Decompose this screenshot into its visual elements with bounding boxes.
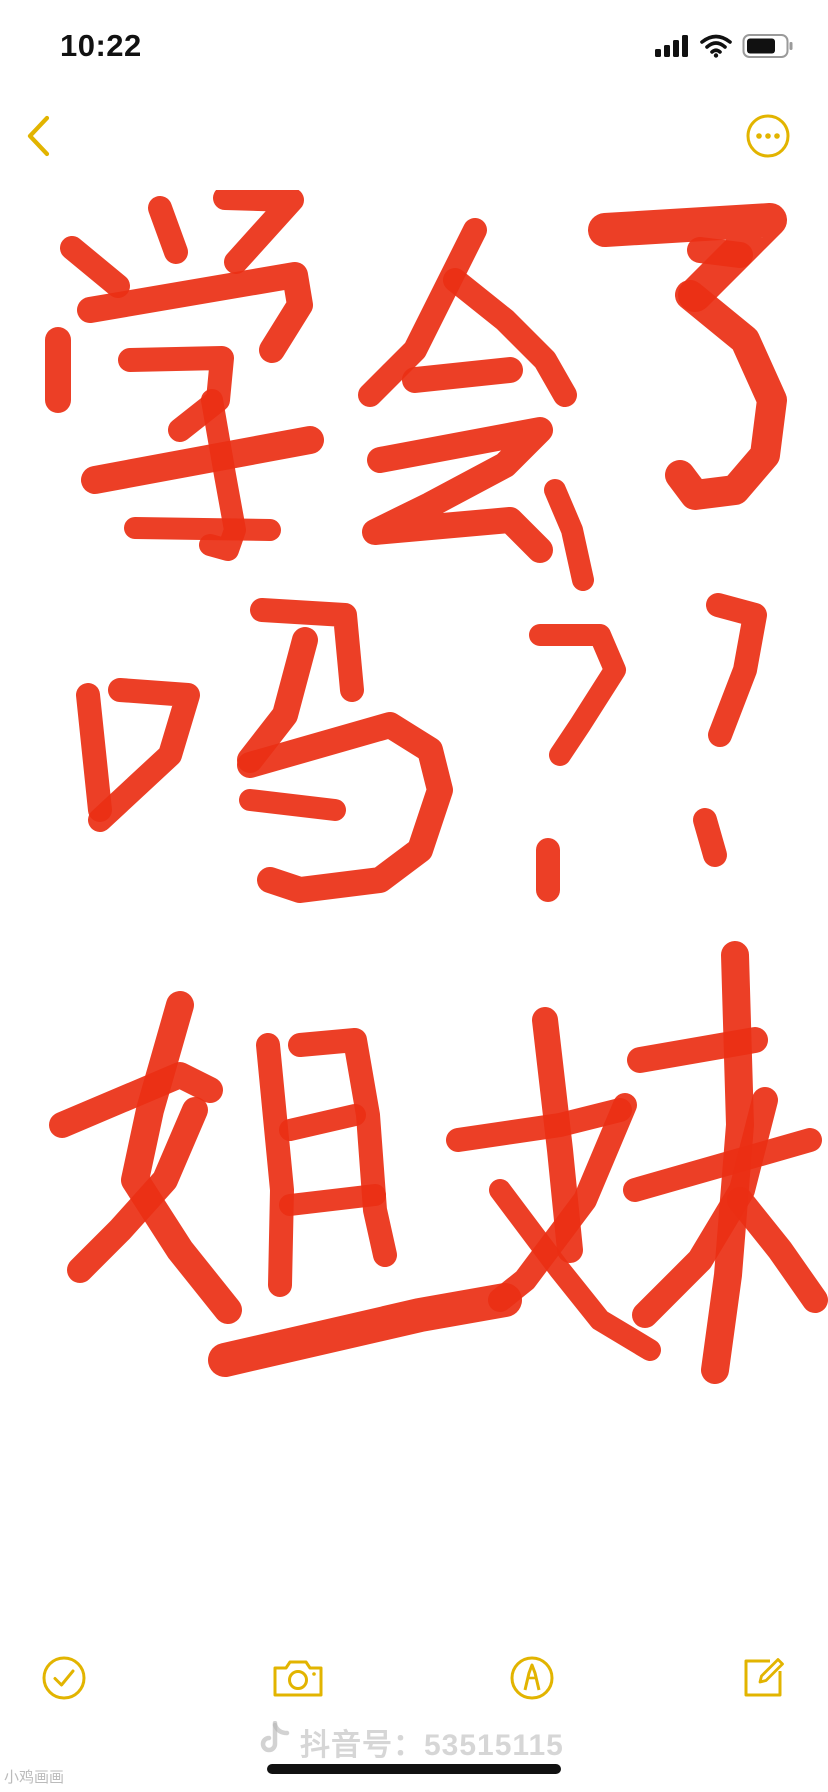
compose-button[interactable] [735, 1652, 791, 1708]
home-indicator[interactable] [267, 1764, 561, 1774]
more-options-button[interactable] [744, 114, 792, 162]
wifi-icon [700, 34, 732, 63]
notes-screen: 10:22 抖音号：53515115 小鸡画画 [0, 0, 828, 1792]
bottom-toolbar [0, 1640, 828, 1716]
status-time: 10:22 [60, 28, 142, 63]
glyph-xue [45, 190, 324, 561]
status-bar: 10:22 [0, 0, 828, 96]
watermark-text: 抖音号：53515115 [300, 1729, 564, 1762]
camera-icon [271, 1657, 325, 1704]
handwritten-drawing[interactable] [0, 190, 828, 1630]
status-icons [654, 33, 794, 64]
tiktok-logo-icon [260, 1720, 290, 1763]
checklist-icon [41, 1655, 87, 1706]
glyph-ma [76, 598, 453, 903]
chevron-left-icon [23, 113, 53, 164]
drawing-svg [45, 190, 828, 1384]
back-button[interactable] [14, 110, 62, 166]
camera-button[interactable] [270, 1652, 326, 1708]
glyph-hui [358, 218, 594, 591]
compose-icon [740, 1655, 786, 1706]
markup-button[interactable] [504, 1652, 560, 1708]
battery-icon [742, 33, 794, 64]
glyph-le [588, 203, 787, 510]
glyph-question-marks [529, 593, 767, 902]
nav-bar [0, 100, 828, 184]
markup-pen-icon [509, 1655, 555, 1706]
cellular-signal-icon [654, 34, 690, 63]
glyph-jie [49, 991, 522, 1377]
ellipsis-circle-icon [745, 113, 791, 164]
watermark-small-text: 小鸡画画 [4, 1769, 65, 1786]
checklist-button[interactable] [36, 1652, 92, 1708]
watermark: 抖音号：53515115 [260, 1720, 564, 1764]
